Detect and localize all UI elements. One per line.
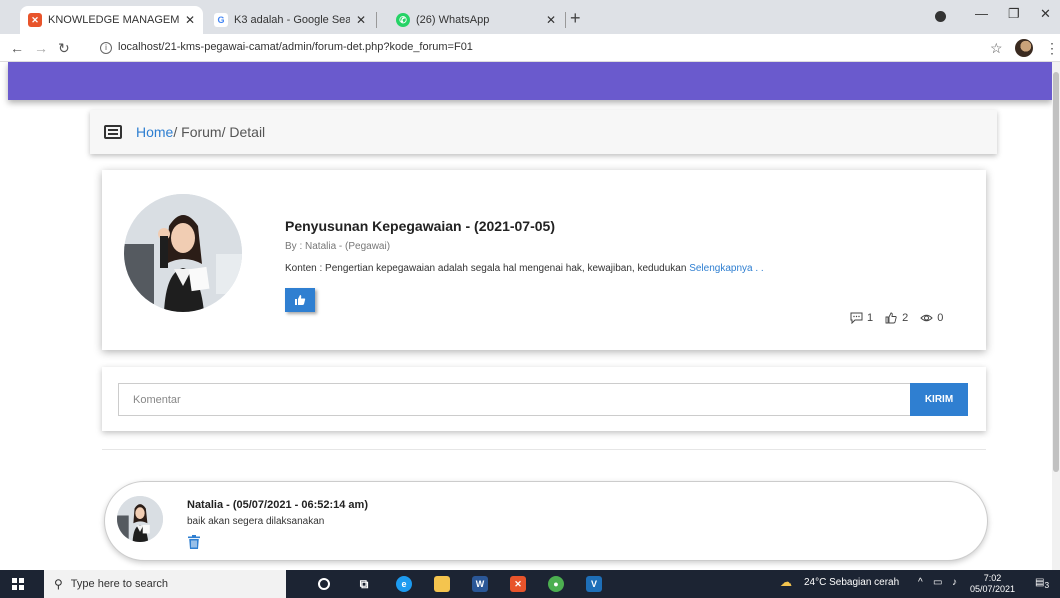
forum-author: By : Natalia - (Pegawai) (285, 241, 391, 252)
close-window-icon[interactable]: ✕ (1040, 6, 1051, 22)
breadcrumb-detail: / Detail (221, 124, 266, 140)
search-icon: ⚲ (54, 577, 63, 591)
author-avatar (124, 194, 242, 312)
commenter-photo (117, 496, 163, 542)
network-icon[interactable]: ▭ (933, 577, 942, 588)
windows-taskbar: ⚲ Type here to search ⧉ e W ✕ ● V ☁ 24°C… (0, 570, 1060, 598)
breadcrumb: Home / Forum / Detail (90, 110, 997, 154)
comment-count: 1 (850, 312, 873, 324)
profile-avatar[interactable] (1015, 39, 1033, 57)
weather-icon[interactable]: ☁ (780, 575, 792, 589)
like-count-value: 2 (902, 312, 909, 324)
comment-icon (850, 312, 863, 324)
forum-content: Konten : Pengertian kepegawaian adalah s… (285, 263, 764, 274)
volume-icon[interactable]: ♪ (952, 577, 957, 588)
bookmark-star-icon[interactable]: ☆ (990, 40, 1003, 57)
page-viewport: Home / Forum / Detail Penyusunan Kepegaw… (0, 62, 1052, 570)
taskbar-clock[interactable]: 7:02 05/07/2021 (970, 573, 1015, 595)
scrollbar-thumb[interactable] (1053, 72, 1059, 472)
read-more-link[interactable]: Selengkapnya . . (689, 263, 764, 274)
tab-separator (376, 12, 377, 28)
edge-icon[interactable]: e (396, 576, 412, 592)
forum-detail-card: Penyusunan Kepegawaian - (2021-07-05) By… (102, 170, 986, 350)
forum-content-text: Konten : Pengertian kepegawaian adalah s… (285, 263, 687, 274)
comment-item: Natalia - (05/07/2021 - 06:52:14 am) bai… (104, 481, 988, 561)
xampp-icon: ✕ (28, 13, 42, 27)
thumbs-up-icon (295, 295, 306, 305)
tab-separator (565, 12, 566, 28)
tab-title: KNOWLEDGE MANAGEMENT SYS (48, 14, 179, 26)
url-text: localhost/21-kms-pegawai-camat/admin/for… (118, 41, 473, 53)
commenter-avatar (117, 496, 163, 542)
comment-count-value: 1 (867, 312, 874, 324)
url-field[interactable]: i localhost/21-kms-pegawai-camat/admin/fo… (100, 41, 473, 54)
minimize-icon[interactable]: — (975, 6, 988, 21)
tab-whatsapp[interactable]: ✆ (26) WhatsApp ✕ (388, 6, 564, 34)
file-explorer-icon[interactable] (434, 576, 450, 592)
forum-stats: 1 2 0 (850, 312, 943, 324)
divider (102, 449, 986, 450)
comment-input[interactable] (118, 383, 912, 416)
reload-icon[interactable]: ↻ (58, 40, 70, 57)
task-view-icon[interactable]: ⧉ (356, 576, 372, 592)
author-photo (124, 194, 242, 312)
like-outline-icon (885, 312, 897, 324)
tab-google-search[interactable]: G K3 adalah - Google Search ✕ (206, 6, 374, 34)
send-comment-button[interactable]: KIRIM (910, 383, 968, 416)
trash-icon (188, 535, 200, 549)
top-navbar (8, 62, 1052, 100)
windows-start-icon[interactable] (12, 578, 24, 590)
browser-menu-icon[interactable]: ⋮ (1045, 40, 1059, 57)
word-icon[interactable]: W (472, 576, 488, 592)
view-count: 0 (920, 312, 943, 324)
new-tab-icon[interactable]: + (570, 8, 581, 29)
weather-text[interactable]: 24°C Sebagian cerah (804, 577, 899, 588)
comment-text: baik akan segera dilaksanakan (187, 516, 325, 527)
taskbar-search[interactable]: ⚲ Type here to search (44, 570, 286, 598)
info-icon[interactable]: i (100, 42, 112, 54)
tab-title: K3 adalah - Google Search (234, 14, 350, 26)
whatsapp-icon: ✆ (396, 13, 410, 27)
browser-tab-bar: ✕ KNOWLEDGE MANAGEMENT SYS ✕ G K3 adalah… (0, 0, 1060, 34)
view-count-value: 0 (937, 312, 944, 324)
clock-time: 7:02 (983, 573, 1002, 583)
comment-form: KIRIM (102, 367, 986, 431)
close-tab-icon[interactable]: ✕ (356, 13, 366, 27)
extension-icon[interactable] (935, 11, 946, 22)
chrome-icon[interactable]: ● (548, 576, 564, 592)
like-button[interactable] (285, 288, 315, 312)
close-tab-icon[interactable]: ✕ (546, 13, 556, 27)
tab-title: (26) WhatsApp (416, 14, 490, 26)
document-icon (104, 125, 122, 139)
page-scrollbar[interactable] (1052, 62, 1060, 570)
delete-comment-button[interactable] (187, 534, 201, 550)
cortana-icon[interactable] (318, 578, 330, 590)
xampp-taskbar-icon[interactable]: ✕ (510, 576, 526, 592)
address-bar: ← → ↻ i localhost/21-kms-pegawai-camat/ad… (0, 34, 1060, 62)
notification-count: 3 (1044, 580, 1050, 590)
eye-icon (920, 314, 933, 322)
tab-knowledge-management[interactable]: ✕ KNOWLEDGE MANAGEMENT SYS ✕ (20, 6, 203, 34)
close-tab-icon[interactable]: ✕ (185, 13, 195, 27)
breadcrumb-home-link[interactable]: Home (136, 124, 173, 140)
comment-author: Natalia - (05/07/2021 - 06:52:14 am) (187, 499, 368, 511)
notification-icon[interactable]: ▤3 (1035, 577, 1049, 590)
clock-date: 05/07/2021 (970, 584, 1016, 594)
forum-title: Penyusunan Kepegawaian - (2021-07-05) (285, 218, 555, 234)
breadcrumb-forum: / Forum (173, 124, 222, 140)
like-count: 2 (885, 312, 908, 324)
google-icon: G (214, 13, 228, 27)
restore-icon[interactable]: ❐ (1008, 6, 1020, 22)
vscode-icon[interactable]: V (586, 576, 602, 592)
forward-icon[interactable]: → (34, 40, 48, 56)
back-icon[interactable]: ← (10, 40, 24, 56)
taskbar-search-placeholder: Type here to search (70, 578, 169, 590)
tray-chevron-icon[interactable]: ^ (918, 577, 923, 588)
